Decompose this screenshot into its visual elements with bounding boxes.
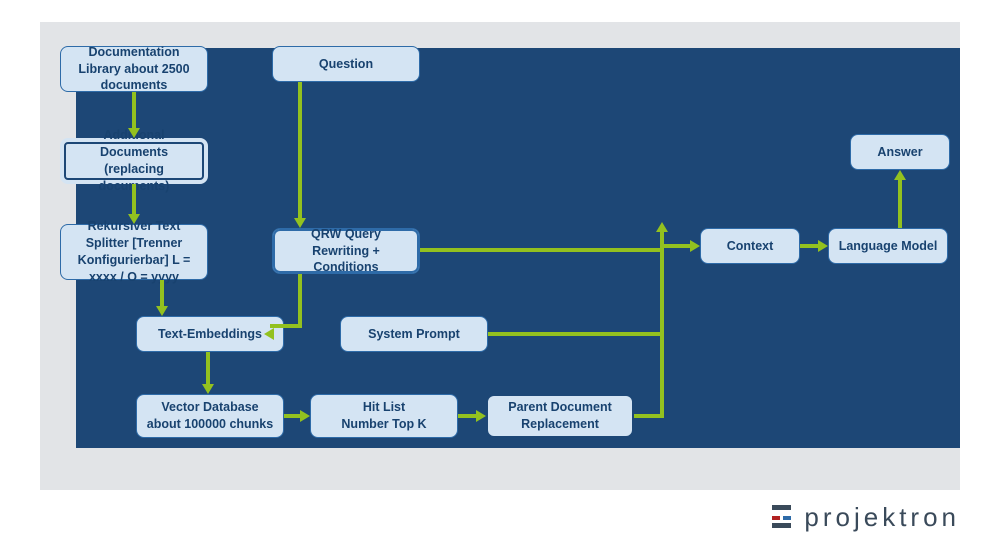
node-context: Context [700, 228, 800, 264]
brand-footer: projektron [772, 502, 960, 533]
arrowhead-embeddings-to-vectordb [202, 384, 214, 394]
arrow-question-to-qrw [298, 82, 302, 218]
brand-name: projektron [804, 502, 960, 533]
node-qrw: QRW Query Rewriting + Conditions [272, 228, 420, 274]
node-answer: Answer [850, 134, 950, 170]
arrow-context-to-langmodel [800, 244, 818, 248]
arrowhead-question-to-qrw [294, 218, 306, 228]
arrow-qrw-down [298, 274, 302, 324]
node-documentation-library: Documentation Library about 2500 documen… [60, 46, 208, 92]
node-question: Question [272, 46, 420, 82]
arrowhead-junction-to-context [690, 240, 700, 252]
node-additional-documents: Additional Documents (replacing document… [60, 138, 208, 184]
arrowhead-doclib-to-adddocs [128, 128, 140, 138]
arrow-splitter-to-embeddings [160, 280, 164, 306]
arrowhead-junction-up [656, 222, 668, 232]
arrow-qrw-to-embeddings-h [270, 324, 302, 328]
arrow-vertical-junction [660, 232, 664, 418]
arrowhead-context-to-langmodel [818, 240, 828, 252]
node-language-model: Language Model [828, 228, 948, 264]
arrow-junction-to-context [664, 244, 690, 248]
arrowhead-splitter-to-embeddings [156, 306, 168, 316]
node-text-splitter: Rekursiver Text Splitter [Trenner Konfig… [60, 224, 208, 280]
arrowhead-qrw-to-embeddings [264, 328, 274, 340]
arrow-adddocs-to-splitter [132, 184, 136, 214]
arrow-hitlist-to-parentrepl [458, 414, 476, 418]
arrowhead-vectordb-to-hitlist [300, 410, 310, 422]
node-vector-database: Vector Database about 100000 chunks [136, 394, 284, 438]
node-system-prompt: System Prompt [340, 316, 488, 352]
arrow-embeddings-to-vectordb [206, 352, 210, 384]
node-hit-list: Hit List Number Top K [310, 394, 458, 438]
arrow-doclib-to-adddocs [132, 92, 136, 128]
arrow-vectordb-to-hitlist [284, 414, 300, 418]
arrowhead-adddocs-to-splitter [128, 214, 140, 224]
arrowhead-hitlist-to-parentrepl [476, 410, 486, 422]
arrow-sysprompt-h [488, 332, 664, 336]
arrow-qrw-to-context-h [420, 248, 664, 252]
arrowhead-langmodel-to-answer [894, 170, 906, 180]
projektron-logo-icon [772, 505, 794, 531]
arrow-langmodel-to-answer [898, 180, 902, 228]
node-text-embeddings: Text-Embeddings [136, 316, 284, 352]
node-parent-document-replacement: Parent Document Replacement [486, 394, 634, 438]
